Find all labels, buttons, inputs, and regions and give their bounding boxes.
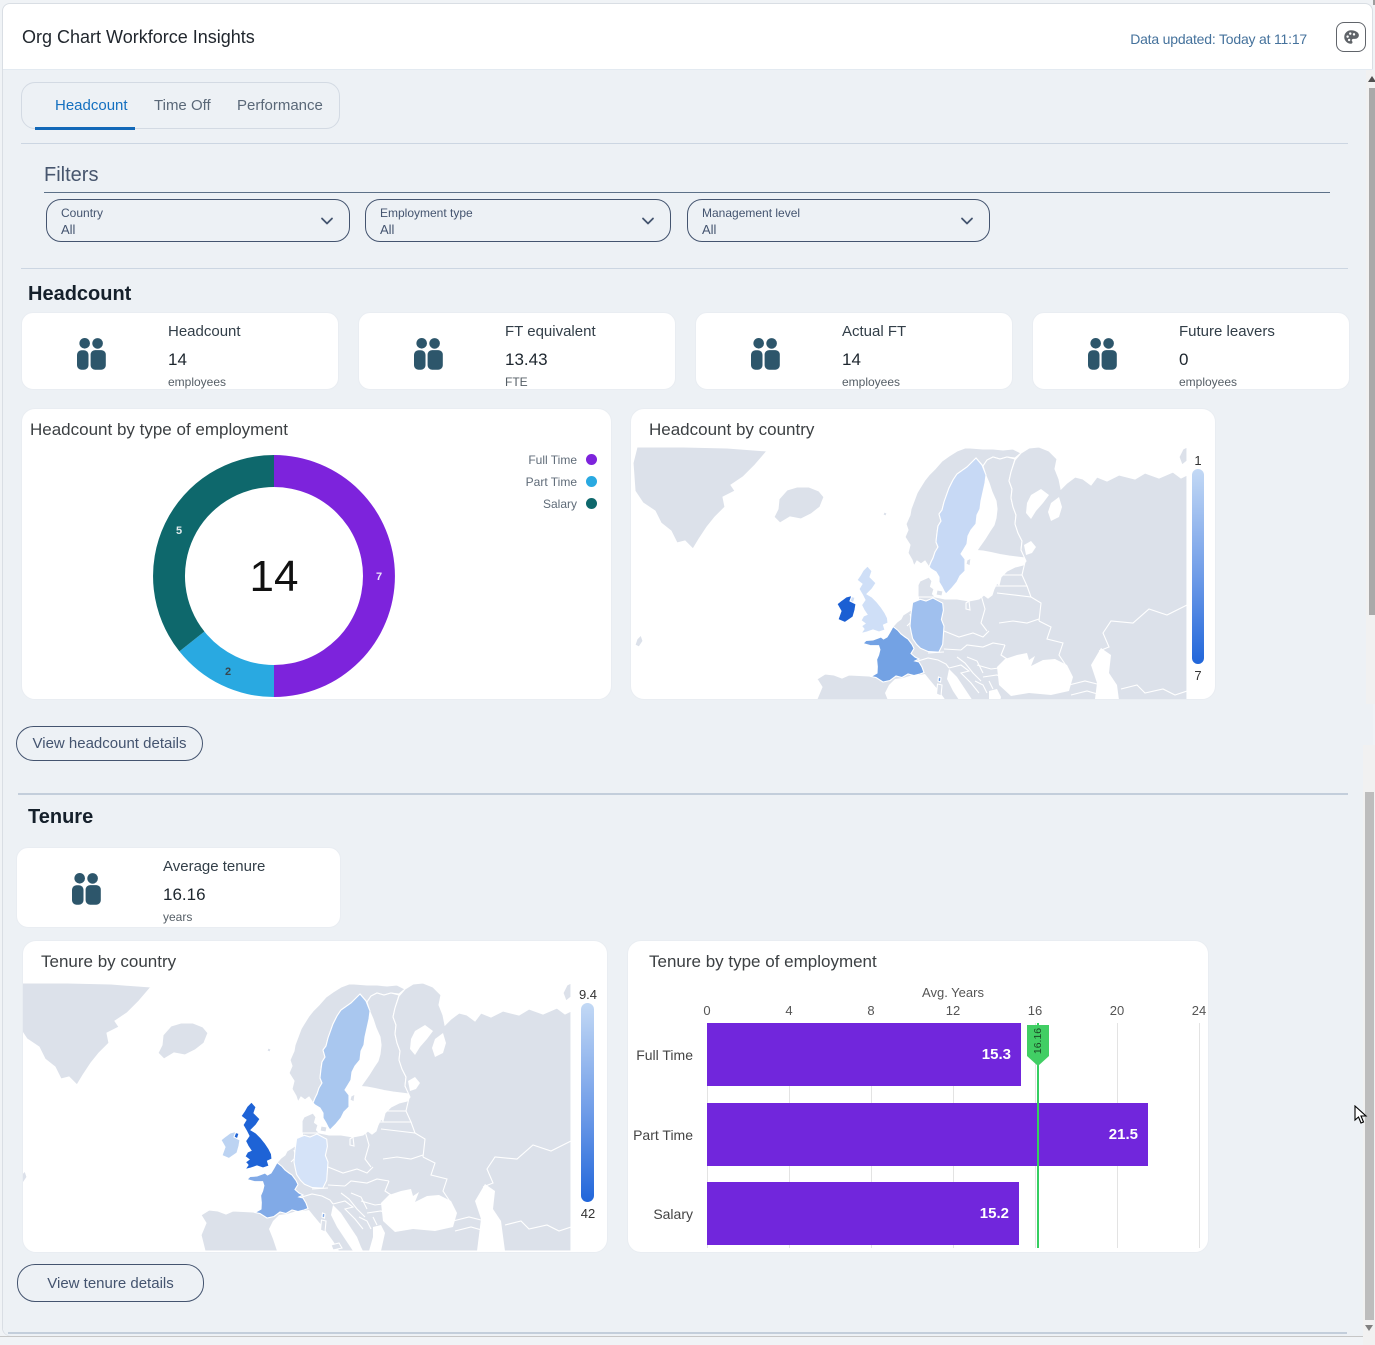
svg-text:14: 14	[250, 552, 299, 601]
svg-text:2: 2	[225, 666, 231, 678]
svg-text:5: 5	[176, 525, 182, 537]
svg-text:7: 7	[376, 571, 382, 583]
svg-text:16.16: 16.16	[1032, 1028, 1044, 1054]
